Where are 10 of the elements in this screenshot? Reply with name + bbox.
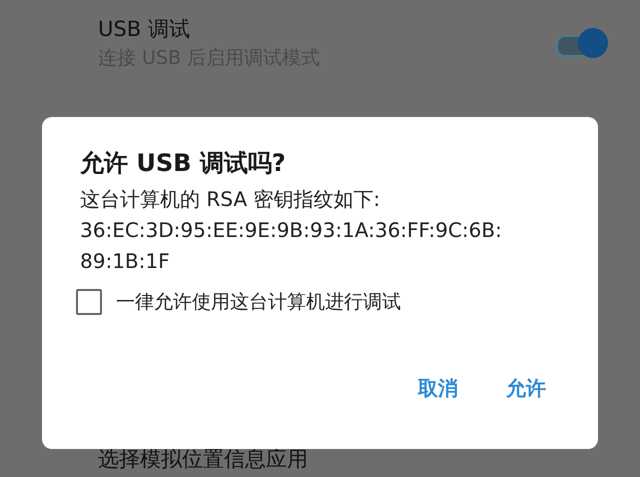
dialog-title: 允许 USB 调试吗? <box>80 148 287 179</box>
checkbox[interactable] <box>76 289 102 315</box>
setting-title: USB 调试 <box>98 16 191 43</box>
dialog-message: 这台计算机的 RSA 密钥指纹如下: <box>80 186 382 213</box>
toggle-switch[interactable] <box>554 26 608 60</box>
setting-title: 选择模拟位置信息应用 <box>98 446 308 473</box>
dialog-button[interactable]: 允许 <box>500 371 552 406</box>
key-fingerprint: 36:EC:3D:95:EE:9E:9B:93:1A:36:FF:9C:6B: 89:1B:1F <box>80 217 503 275</box>
checkbox-label[interactable]: 一律允许使用这台计算机进行调试 <box>116 289 401 315</box>
dialog-button[interactable]: 取消 <box>412 371 464 406</box>
